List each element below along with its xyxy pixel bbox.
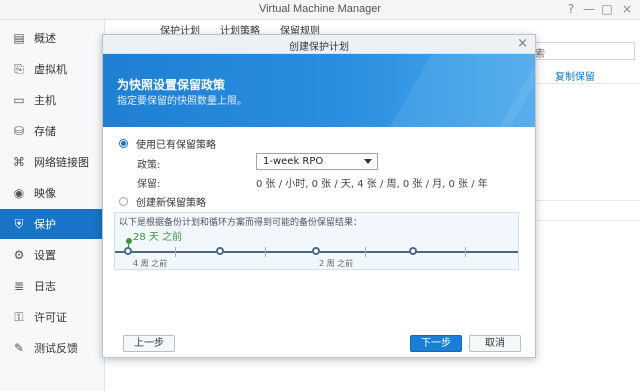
radio-existing-policy[interactable]: [119, 139, 128, 148]
timeline-description: 以下是根据备份计划和循环方案而得到可能的备份保留结果：: [119, 218, 363, 228]
close-icon[interactable]: ×: [620, 2, 634, 16]
timeline-label: 4 周 之前: [133, 259, 168, 268]
dialog-header: 创建保护计划 ×: [103, 35, 535, 54]
retention-timeline: 以下是根据备份计划和循环方案而得到可能的备份保留结果： 28 天 之前 4 周 …: [114, 212, 519, 270]
timeline-snapshot: [216, 247, 224, 255]
retention-label: 保留:: [137, 179, 161, 190]
create-protection-plan-dialog: 创建保护计划 × 为快照设置保留政策 指定要保留的快照数量上限。 使用已有保留策…: [102, 34, 536, 358]
sidebar-item-label: 测试反馈: [34, 342, 78, 355]
radio-new-policy[interactable]: [119, 197, 128, 206]
option-existing-policy[interactable]: 使用已有保留策略: [119, 136, 216, 151]
timeline-snapshot: [409, 247, 417, 255]
banner-subtitle: 指定要保留的快照数量上限。: [117, 96, 247, 107]
policy-select-value: 1-week RPO: [263, 156, 324, 167]
policy-label: 政策:: [137, 160, 161, 171]
protection-icon: ⛨: [14, 216, 24, 231]
help-icon[interactable]: ?: [564, 2, 578, 16]
sidebar: ▤ 概述 ⎘ 虚拟机 ▭ 主机 ⛁ 存储 ⌘ 网络链接图 ◉ 映像 ⛨ 保护 ⚙…: [0, 20, 105, 391]
sidebar-item-label: 日志: [34, 280, 56, 293]
search-input[interactable]: 搜索: [520, 42, 635, 60]
window-title: Virtual Machine Manager: [258, 3, 382, 15]
license-icon: ⚿: [14, 309, 24, 324]
image-icon: ◉: [13, 186, 25, 200]
feedback-icon: ✎: [13, 341, 25, 355]
sidebar-item-host[interactable]: ▭ 主机: [0, 85, 105, 115]
prev-button[interactable]: 上一步: [123, 335, 175, 352]
log-icon: ≣: [13, 279, 25, 293]
timeline-tick: [365, 247, 366, 257]
chevron-down-icon: [364, 159, 372, 164]
close-icon[interactable]: ×: [517, 36, 528, 51]
timeline-label: 2 周 之前: [319, 259, 354, 268]
column-header-replication: 复制保留: [555, 72, 595, 83]
network-icon: ⌘: [13, 155, 25, 169]
policy-select[interactable]: 1-week RPO: [256, 153, 378, 170]
timeline-tick: [265, 247, 266, 257]
sidebar-item-label: 许可证: [34, 311, 67, 324]
next-button[interactable]: 下一步: [410, 335, 462, 352]
vm-icon: ⎘: [14, 61, 24, 76]
timeline-snapshot: [312, 247, 320, 255]
sidebar-item-label: 映像: [34, 187, 56, 200]
sidebar-item-label: 网络链接图: [34, 156, 89, 169]
timeline-tick: [465, 247, 466, 257]
sidebar-item-overview[interactable]: ▤ 概述: [0, 23, 105, 53]
sidebar-item-log[interactable]: ≣ 日志: [0, 271, 105, 301]
banner-title: 为快照设置保留政策: [117, 78, 226, 92]
storage-icon: ⛁: [13, 124, 25, 138]
sidebar-item-label: 存储: [34, 125, 56, 138]
timeline-point-label: 28 天 之前: [133, 232, 183, 243]
minimize-icon[interactable]: —: [582, 2, 596, 16]
sidebar-item-image[interactable]: ◉ 映像: [0, 178, 105, 208]
sidebar-item-feedback[interactable]: ✎ 测试反馈: [0, 333, 105, 363]
timeline-snapshot: [124, 247, 132, 255]
maximize-icon[interactable]: □: [600, 2, 614, 16]
overview-icon: ▤: [13, 31, 25, 45]
sidebar-item-label: 虚拟机: [34, 63, 67, 76]
sidebar-item-vm[interactable]: ⎘ 虚拟机: [0, 54, 105, 84]
cancel-button[interactable]: 取消: [469, 335, 521, 352]
sidebar-item-label: 设置: [34, 249, 56, 262]
sidebar-item-label: 主机: [34, 94, 56, 107]
timeline-marker: [126, 238, 132, 244]
window-titlebar: Virtual Machine Manager ? — □ ×: [0, 0, 640, 20]
settings-icon: ⚙: [13, 248, 25, 262]
sidebar-item-protection[interactable]: ⛨ 保护: [0, 209, 105, 239]
sidebar-item-license[interactable]: ⚿ 许可证: [0, 302, 105, 332]
option-existing-label: 使用已有保留策略: [136, 140, 216, 151]
retention-value: 0 张 / 小时, 0 张 / 天, 4 张 / 周, 0 张 / 月, 0 张…: [256, 179, 488, 190]
dialog-title: 创建保护计划: [289, 42, 349, 53]
sidebar-item-network[interactable]: ⌘ 网络链接图: [0, 147, 105, 177]
sidebar-item-storage[interactable]: ⛁ 存储: [0, 116, 105, 146]
timeline-tick: [175, 247, 176, 257]
sidebar-item-settings[interactable]: ⚙ 设置: [0, 240, 105, 270]
option-new-label: 创建新保留策略: [136, 198, 206, 209]
sidebar-item-label: 概述: [34, 32, 56, 45]
option-new-policy[interactable]: 创建新保留策略: [119, 194, 206, 209]
sidebar-item-label: 保护: [34, 218, 56, 231]
dialog-banner: 为快照设置保留政策 指定要保留的快照数量上限。: [103, 54, 535, 127]
host-icon: ▭: [13, 93, 25, 107]
